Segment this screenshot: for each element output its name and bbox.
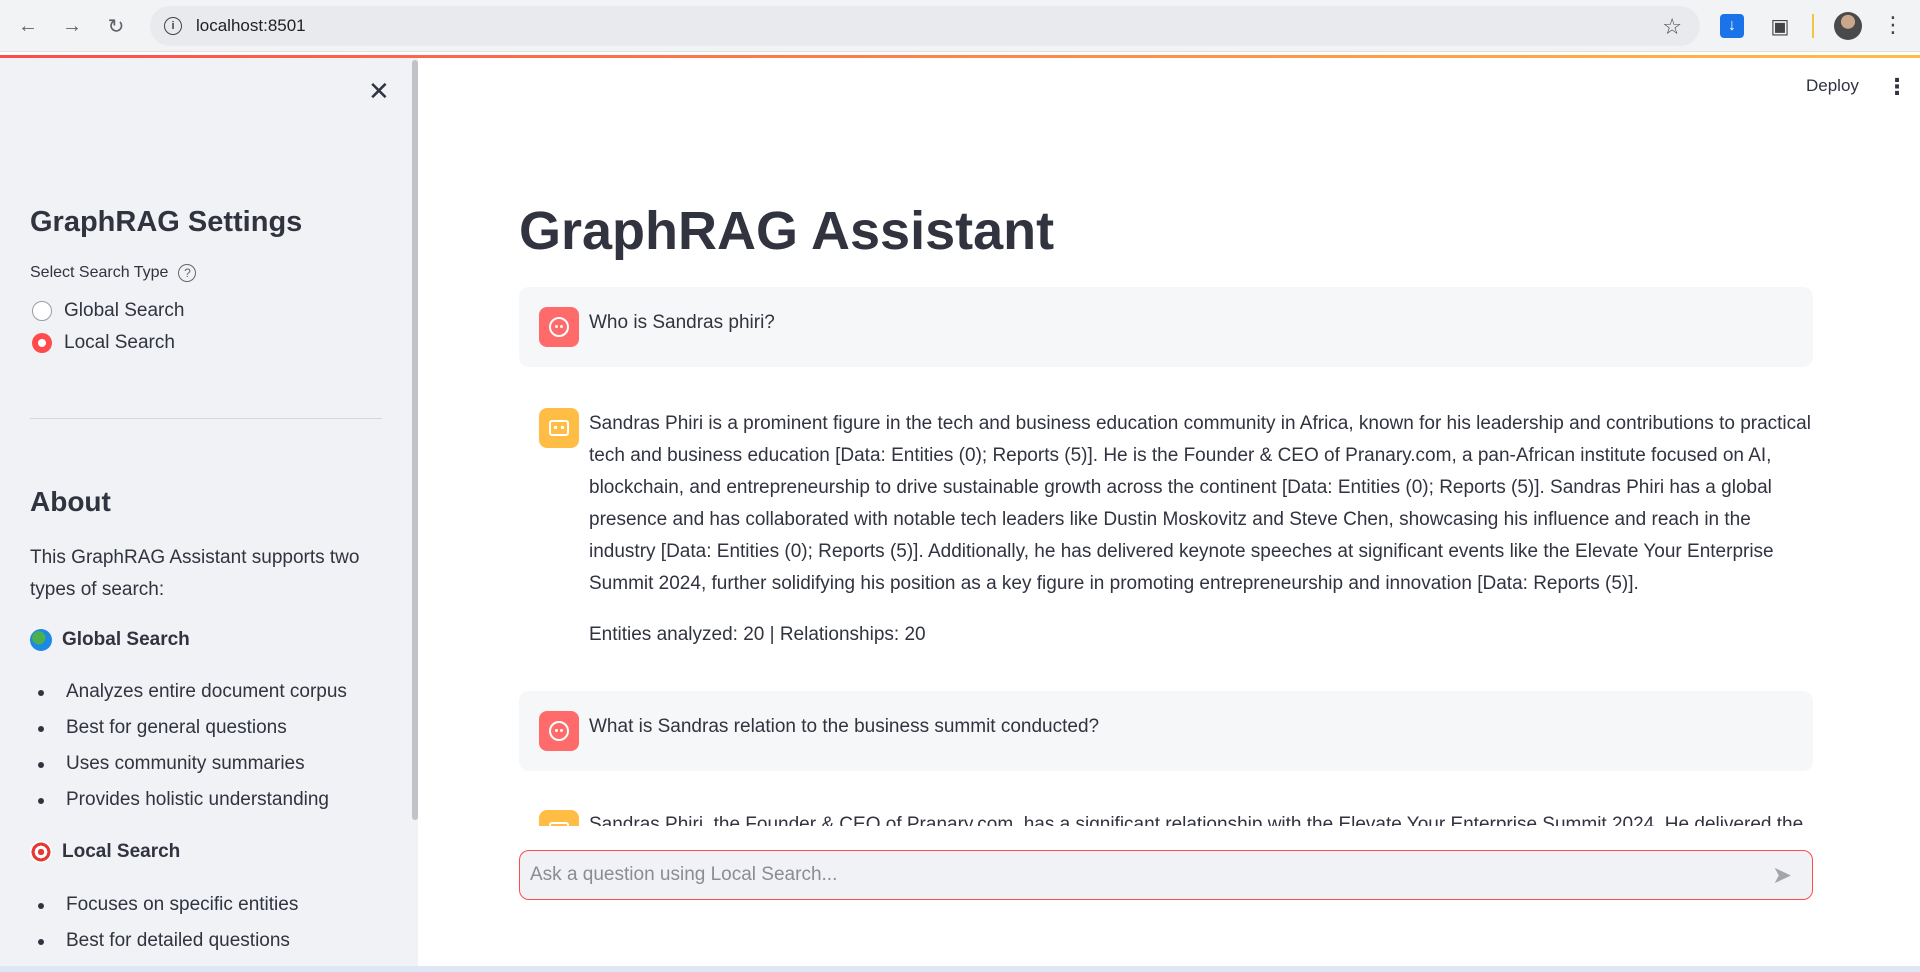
help-icon[interactable]: ? — [178, 264, 197, 282]
sidebar-divider — [30, 418, 382, 419]
radio-label-local[interactable]: Local Search — [64, 332, 175, 354]
forward-icon[interactable]: → — [58, 12, 86, 40]
radio-label-global[interactable]: Global Search — [64, 300, 184, 322]
list-item: Uses community summaries — [38, 746, 347, 782]
page-title: GraphRAG Assistant — [519, 201, 1055, 261]
address-bar[interactable]: i localhost:8501 ☆ — [150, 6, 1700, 46]
extensions-icon[interactable]: ▣ — [1766, 12, 1794, 40]
toolbar-divider — [1812, 14, 1814, 38]
bookmark-star-icon[interactable]: ☆ — [1662, 14, 1682, 40]
reload-icon[interactable]: ↻ — [102, 12, 130, 40]
back-icon[interactable]: ← — [14, 12, 42, 40]
user-message: Who is Sandras phiri? — [519, 287, 1813, 367]
chat-bottom-mask — [519, 826, 1813, 850]
about-title: About — [30, 486, 111, 517]
user-message-text: What is Sandras relation to the business… — [589, 716, 1100, 737]
browser-toolbar: ← → ↻ i localhost:8501 ☆ ↓ ▣ ⋮ — [0, 0, 1920, 52]
list-item: Analyzes entire document corpus — [38, 674, 347, 710]
analysis-stats: Entities analyzed: 20 | Relationships: 2… — [589, 624, 926, 645]
global-search-bullets: Analyzes entire document corpus Best for… — [38, 674, 347, 818]
url-text[interactable]: localhost:8501 — [196, 16, 306, 36]
search-type-label-text: Select Search Type — [30, 264, 169, 281]
close-sidebar-icon[interactable]: ✕ — [368, 76, 390, 107]
radio-button-checked[interactable] — [32, 333, 52, 353]
list-item: Provides holistic understanding — [38, 782, 347, 818]
assistant-message: Sandras Phiri is a prominent figure in t… — [519, 390, 1813, 670]
chat-input-container[interactable]: ➤ — [519, 850, 1813, 900]
local-search-bullets: Focuses on specific entities Best for de… — [37, 887, 298, 959]
list-item: Best for detailed questions — [37, 923, 298, 959]
search-type-label: Select Search Type ? — [30, 264, 197, 282]
browser-menu-icon[interactable]: ⋮ — [1882, 12, 1904, 38]
global-search-heading: Global Search — [30, 629, 190, 651]
local-search-heading-text: Local Search — [62, 841, 181, 862]
radio-local-search[interactable]: Local Search — [32, 332, 175, 354]
sidebar-title: GraphRAG Settings — [30, 206, 303, 238]
radio-button-unchecked[interactable] — [32, 301, 52, 321]
sidebar: ✕ GraphRAG Settings Select Search Type ?… — [0, 58, 418, 972]
about-text: This GraphRAG Assistant supports two typ… — [30, 547, 360, 600]
radio-global-search[interactable]: Global Search — [32, 300, 184, 322]
main-menu-icon[interactable]: ⋮ — [1886, 74, 1908, 100]
user-message: What is Sandras relation to the business… — [519, 691, 1813, 771]
user-avatar-icon — [539, 307, 579, 347]
target-icon — [30, 841, 52, 863]
download-icon[interactable]: ↓ — [1720, 14, 1744, 38]
assistant-avatar-icon — [539, 408, 579, 448]
user-avatar-icon — [539, 711, 579, 751]
global-search-heading-text: Global Search — [62, 629, 190, 650]
chat-input[interactable] — [520, 851, 1762, 899]
send-icon[interactable]: ➤ — [1762, 855, 1802, 895]
window-bottom-edge — [0, 966, 1920, 972]
user-message-text: Who is Sandras phiri? — [589, 312, 775, 333]
list-item: Best for general questions — [38, 710, 347, 746]
deploy-button[interactable]: Deploy — [1806, 76, 1859, 96]
list-item: Focuses on specific entities — [37, 887, 298, 923]
site-info-icon[interactable]: i — [164, 17, 182, 35]
globe-icon — [30, 629, 52, 651]
local-search-heading: Local Search — [30, 841, 180, 863]
assistant-message-text: Sandras Phiri is a prominent figure in t… — [589, 413, 1811, 594]
sidebar-scrollbar[interactable] — [412, 60, 418, 820]
profile-avatar[interactable] — [1834, 12, 1862, 40]
